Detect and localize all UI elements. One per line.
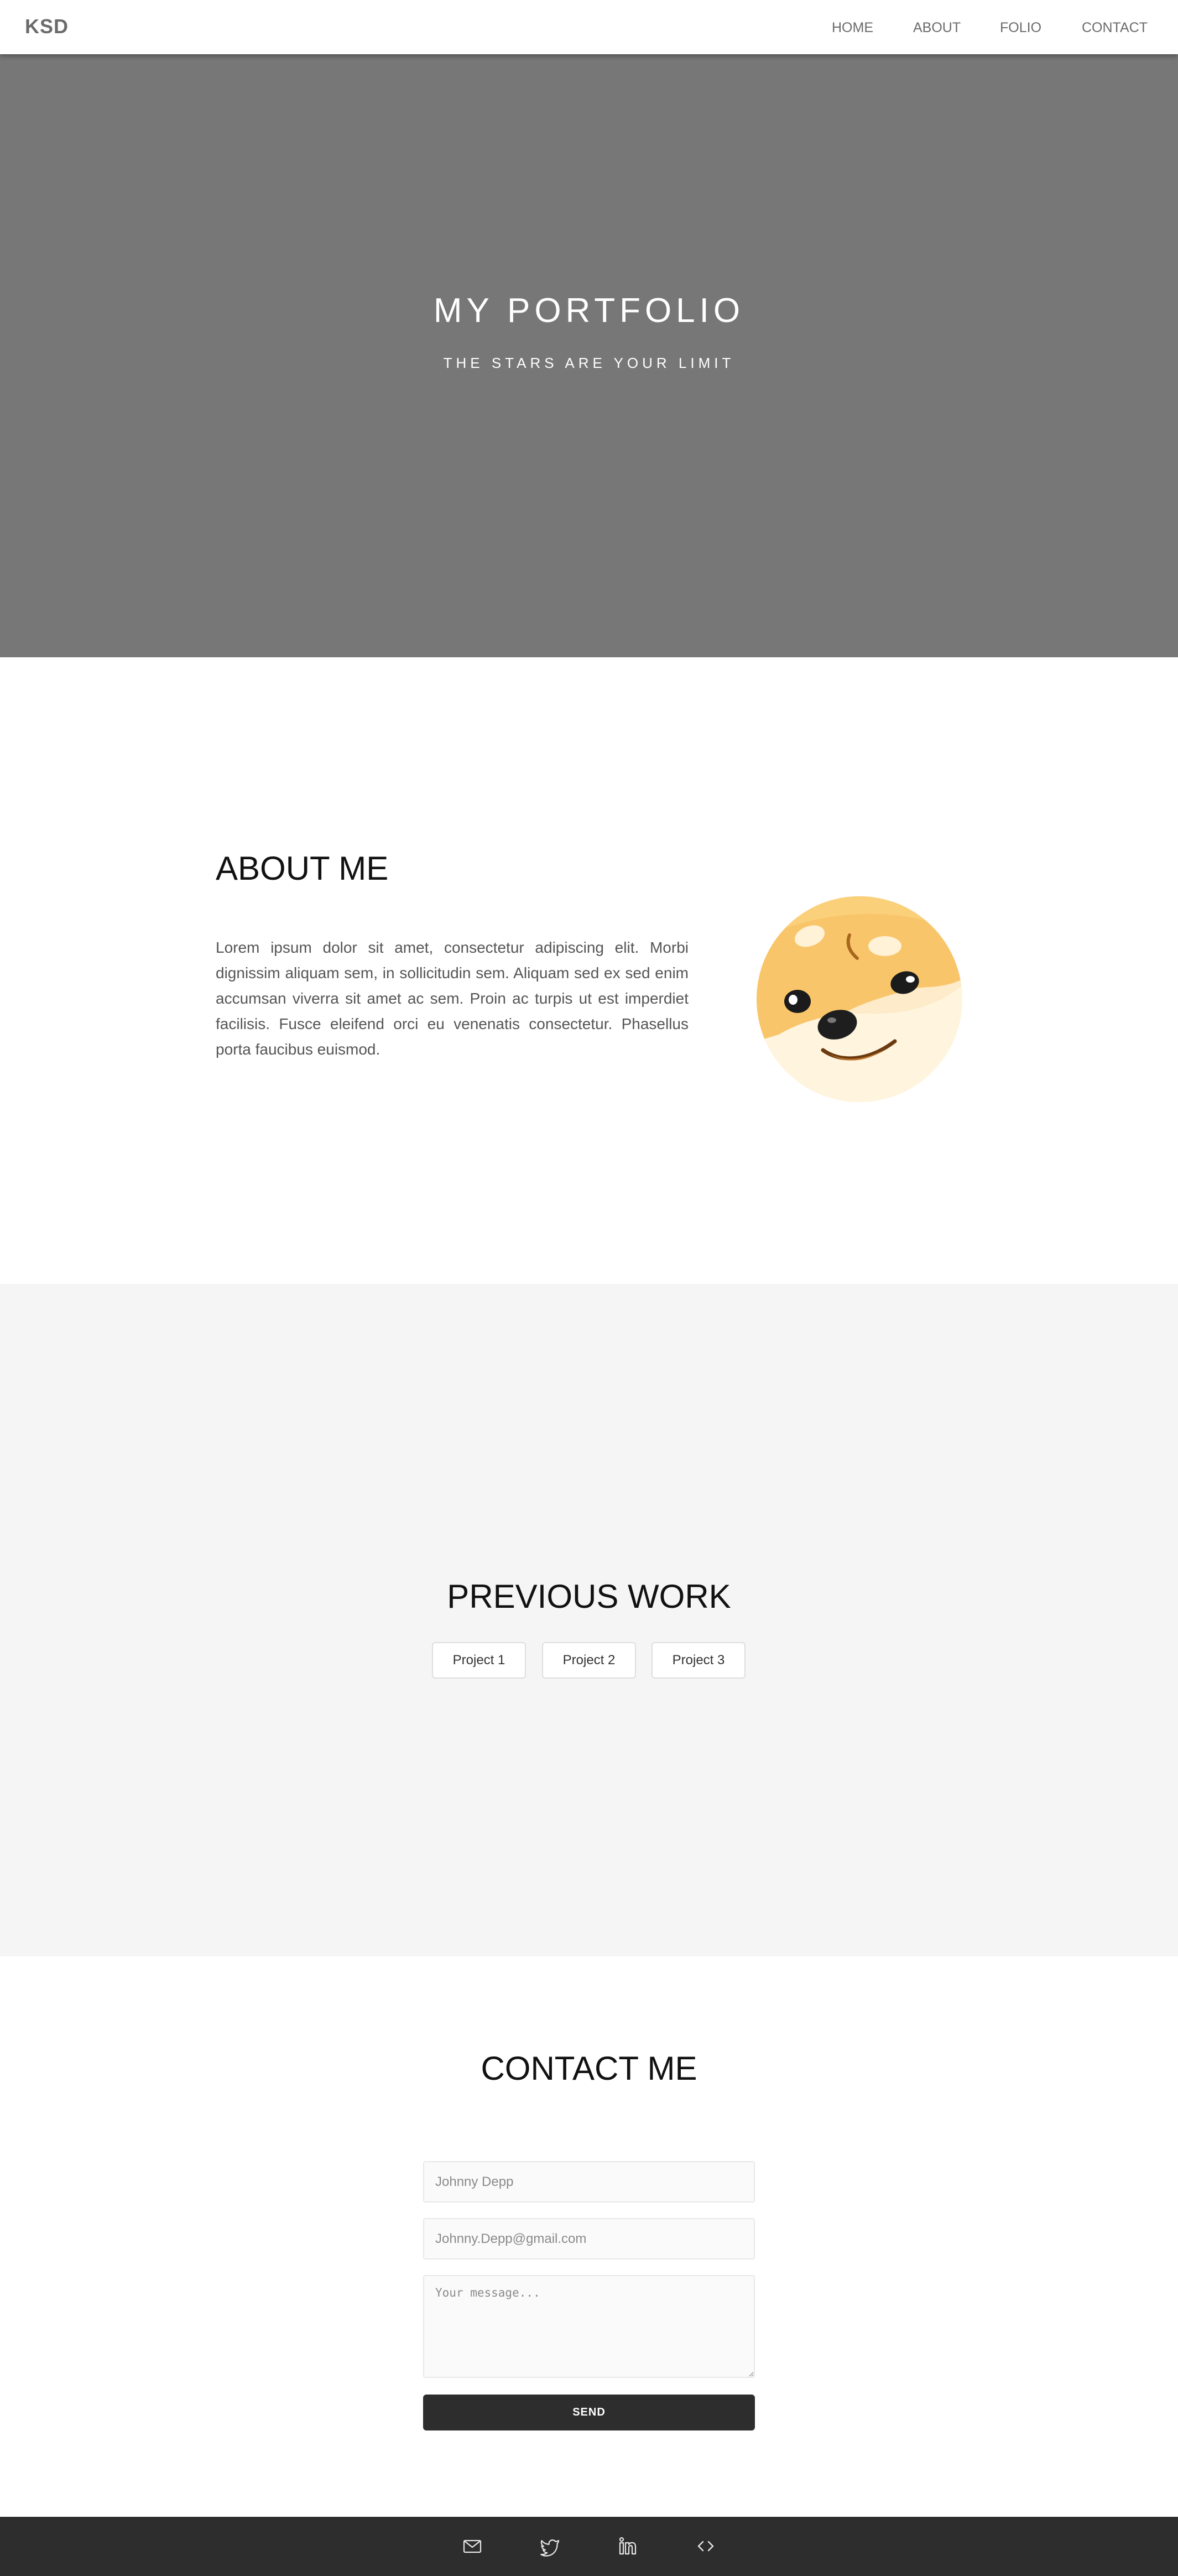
about-title: ABOUT ME [216,850,389,887]
hero-title: MY PORTFOLIO [433,292,745,330]
work-title: PREVIOUS WORK [447,1578,731,1615]
mail-icon[interactable] [461,2535,483,2557]
navbar: KSD HOME ABOUT FOLIO CONTACT [0,0,1178,54]
message-field[interactable] [423,2275,755,2378]
hero-subtitle: THE STARS ARE YOUR LIMIT [443,355,735,371]
brand-logo[interactable]: KSD [25,15,69,38]
nav-link-contact[interactable]: CONTACT [1082,20,1148,36]
twitter-icon[interactable] [539,2535,561,2557]
work-section: PREVIOUS WORK Project 1 Project 2 Projec… [0,1284,1178,1956]
linkedin-icon[interactable] [617,2535,639,2557]
project-2-button[interactable]: Project 2 [542,1642,636,1679]
nav-link-home[interactable]: HOME [832,20,873,36]
code-icon[interactable] [695,2535,717,2557]
email-field[interactable] [423,2218,755,2260]
project-3-button[interactable]: Project 3 [651,1642,746,1679]
contact-title: CONTACT ME [481,2050,697,2087]
hero-section: MY PORTFOLIO THE STARS ARE YOUR LIMIT [0,54,1178,657]
nav-link-about[interactable]: ABOUT [913,20,961,36]
contact-section: CONTACT ME SEND [0,1956,1178,2517]
footer [0,2517,1178,2576]
name-field[interactable] [423,2161,755,2203]
about-text: Lorem ipsum dolor sit amet, consectetur … [216,939,689,1058]
send-button[interactable]: SEND [423,2395,755,2430]
nav-link-folio[interactable]: FOLIO [1000,20,1041,36]
about-section: ABOUT ME Lorem ipsum dolor sit amet, con… [0,657,1178,1284]
shiba-dog-avatar [757,896,962,1102]
project-1-button[interactable]: Project 1 [432,1642,526,1679]
